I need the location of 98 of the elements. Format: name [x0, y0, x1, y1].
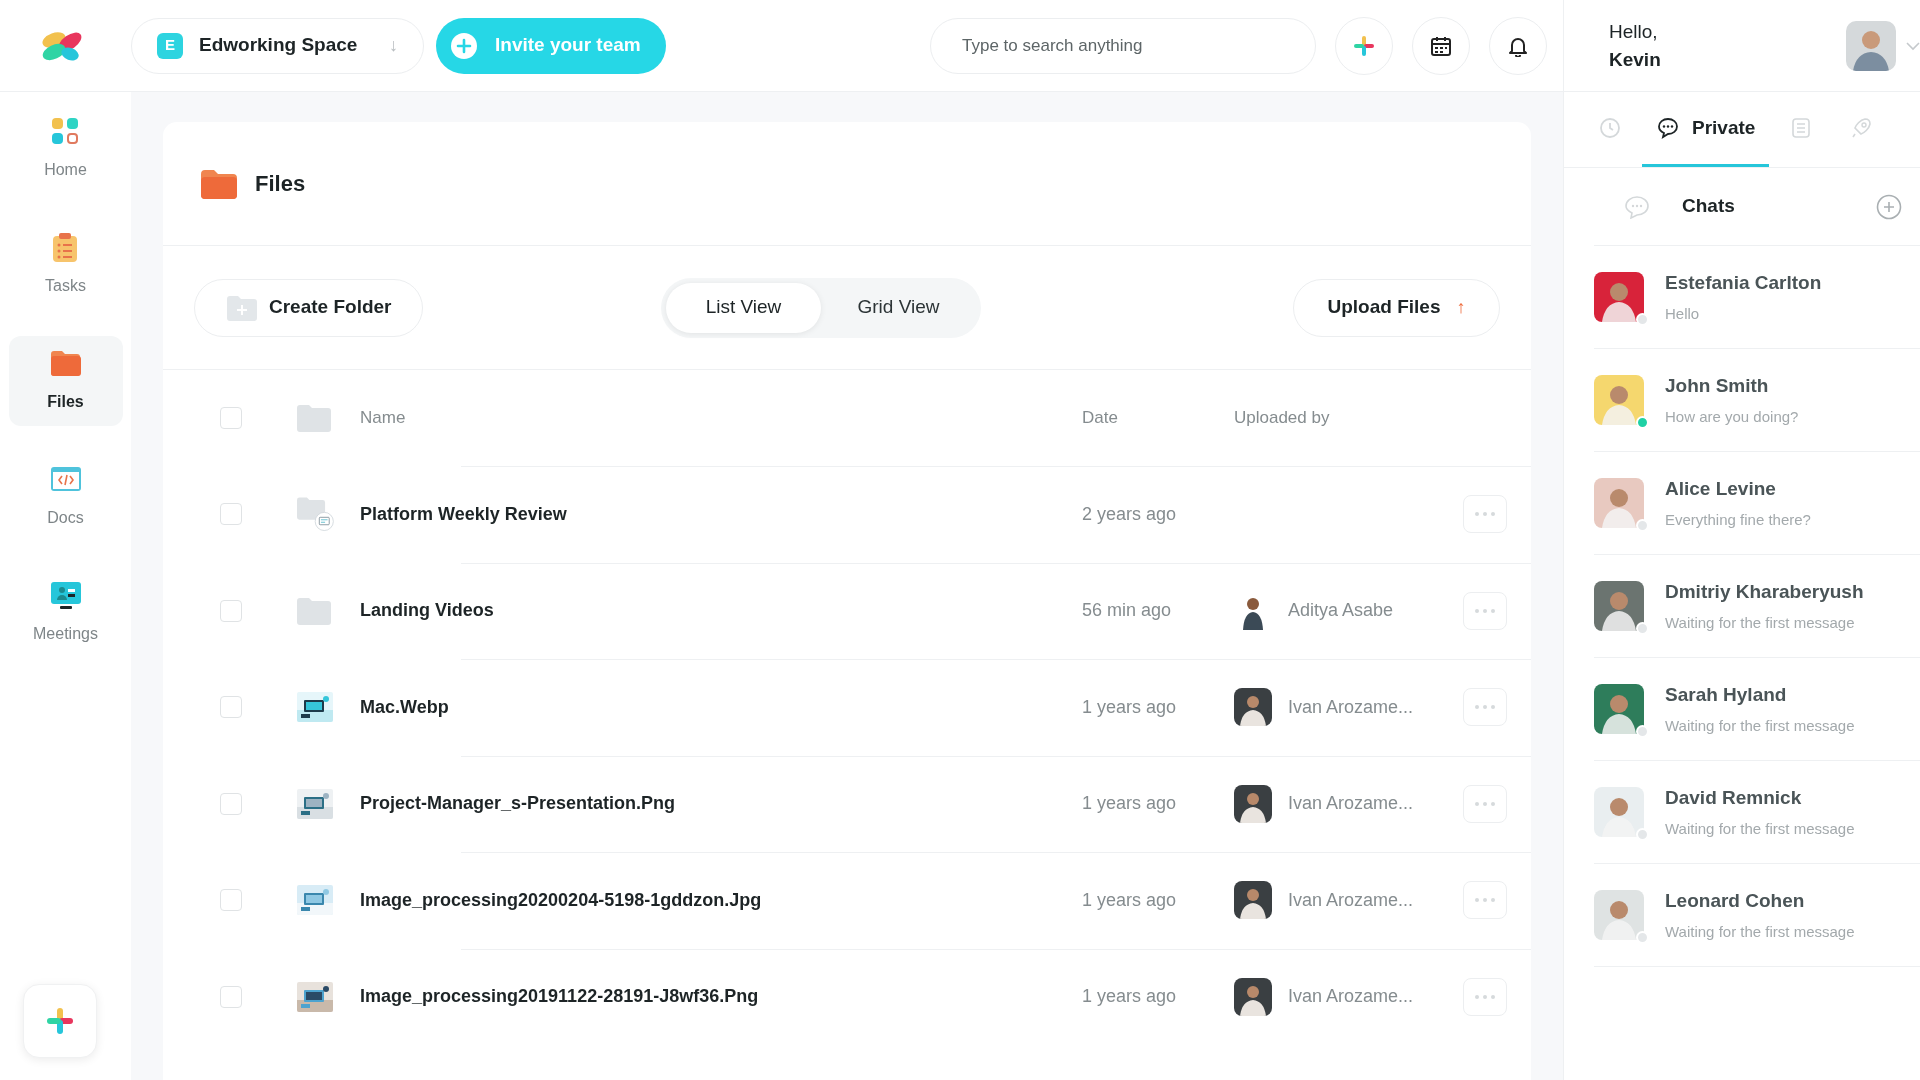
- dropdown-arrow-icon: ↓: [389, 32, 398, 59]
- file-name[interactable]: Project-Manager_s-Presentation.Png: [360, 793, 676, 814]
- more-icon: [1475, 994, 1495, 999]
- sidebar-item[interactable]: Tasks: [8, 220, 123, 310]
- chats-title: Chats: [1682, 194, 1735, 219]
- contact-name: Estefania Carlton: [1665, 270, 1822, 295]
- chat-item[interactable]: Leonard Cohen Waiting for the first message: [1594, 864, 1920, 967]
- last-message: Everything fine there?: [1665, 510, 1811, 530]
- column-header: Uploaded by: [1234, 408, 1330, 428]
- chat-item[interactable]: Dmitriy Kharaberyush Waiting for the first message: [1594, 555, 1920, 658]
- rocket-icon: [1849, 116, 1874, 140]
- more-icon: [1475, 512, 1495, 517]
- chat-item[interactable]: John Smith How are you doing?: [1594, 349, 1920, 452]
- greeting-text: Hello,: [1609, 19, 1659, 44]
- search-field[interactable]: Type to search anything: [930, 17, 1316, 74]
- new-chat-button[interactable]: [1876, 193, 1902, 220]
- sidebar-item[interactable]: Files: [8, 336, 123, 426]
- file-name[interactable]: Platform Weekly Review: [360, 503, 567, 524]
- contact-name: Sarah Hyland: [1665, 682, 1788, 707]
- chat-item[interactable]: Alice Levine Everything fine there?: [1594, 452, 1920, 555]
- more-button[interactable]: [1463, 495, 1507, 534]
- file-date: 1 years ago: [1082, 793, 1177, 814]
- uploader-name: Ivan Arozame...: [1288, 985, 1414, 1009]
- uploader-name: Aditya Asabe: [1288, 599, 1394, 623]
- page-title: Files: [255, 170, 306, 198]
- row-checkbox[interactable]: [220, 407, 242, 429]
- column-header: Name: [360, 408, 406, 428]
- uploader-name: Ivan Arozame...: [1288, 695, 1414, 719]
- file-name[interactable]: Mac.Webp: [360, 696, 449, 717]
- more-button[interactable]: [1463, 688, 1507, 727]
- row-checkbox[interactable]: [220, 889, 242, 912]
- row-checkbox[interactable]: [220, 503, 242, 526]
- chat-item[interactable]: Estefania Carlton Hello: [1594, 246, 1920, 349]
- more-button[interactable]: [1463, 881, 1507, 920]
- contact-name: John Smith: [1665, 373, 1770, 398]
- contact-name: Alice Levine: [1665, 476, 1777, 501]
- file-date: 56 min ago: [1082, 600, 1172, 621]
- folder-plus-icon: [227, 294, 257, 321]
- folder-icon: [297, 404, 331, 432]
- chat-item[interactable]: David Remnick Waiting for the first message: [1594, 761, 1920, 864]
- colorful-plus-icon: [45, 1006, 75, 1036]
- row-checkbox[interactable]: [220, 696, 242, 719]
- calendar-icon: [1430, 34, 1452, 57]
- person-avatar: [1234, 881, 1272, 920]
- more-icon: [1475, 705, 1495, 710]
- file-name[interactable]: Image_processing20200204-5198-1gddzon.Jpg: [360, 889, 762, 910]
- add-button[interactable]: [23, 984, 97, 1058]
- more-button[interactable]: [1463, 977, 1507, 1016]
- plus-icon: [1876, 193, 1902, 220]
- folder-icon: [297, 596, 331, 625]
- more-icon: [1475, 801, 1495, 806]
- meetings-icon: [49, 580, 82, 612]
- workspace-badge: E: [157, 32, 183, 59]
- last-message: Waiting for the first message: [1665, 716, 1855, 736]
- person-avatar: [1234, 977, 1272, 1016]
- chat-item[interactable]: Sarah Hyland Waiting for the first message: [1594, 658, 1920, 761]
- row-checkbox[interactable]: [220, 985, 242, 1008]
- last-message: Waiting for the first message: [1665, 613, 1856, 633]
- row-checkbox[interactable]: [220, 792, 242, 815]
- view-tab[interactable]: Grid View: [821, 282, 976, 333]
- file-date: 1 years ago: [1082, 986, 1177, 1007]
- colorful-plus-icon: [1353, 34, 1375, 57]
- more-button[interactable]: [1463, 591, 1507, 630]
- more-icon: [1475, 608, 1495, 613]
- user-name: Kevin: [1609, 47, 1661, 72]
- chevron-down-icon: [1906, 40, 1920, 51]
- last-message: Waiting for the first message: [1665, 922, 1855, 942]
- sidebar-item[interactable]: Meetings: [8, 568, 123, 658]
- last-message: How are you doing?: [1665, 407, 1799, 427]
- person-avatar: [1234, 784, 1272, 823]
- sidebar-item[interactable]: Docs: [8, 452, 123, 542]
- chat-bubble-icon: [1624, 194, 1650, 219]
- file-date: 1 years ago: [1082, 889, 1177, 910]
- workspace-name: Edworking Space: [199, 33, 358, 58]
- last-message: Waiting for the first message: [1665, 819, 1855, 839]
- uploader-name: Ivan Arozame...: [1288, 888, 1414, 912]
- more-icon: [1475, 898, 1495, 903]
- file-name[interactable]: Image_processing20191122-28191-J8wf36.Png: [360, 986, 759, 1007]
- person-avatar: [1234, 688, 1272, 727]
- plus-icon: [451, 32, 477, 59]
- private-tab[interactable]: Private: [1642, 92, 1770, 167]
- view-tab[interactable]: List View: [666, 282, 821, 333]
- column-header: Date: [1082, 408, 1118, 428]
- sidebar-item[interactable]: Home: [8, 104, 123, 194]
- contact-name: Leonard Cohen: [1665, 888, 1806, 913]
- contact-name: David Remnick: [1665, 785, 1803, 810]
- clock-icon: [1598, 116, 1622, 140]
- file-date: 2 years ago: [1082, 503, 1177, 524]
- last-message: Hello: [1665, 304, 1701, 324]
- uploader-name: Ivan Arozame...: [1288, 792, 1414, 816]
- row-checkbox[interactable]: [220, 599, 242, 622]
- user-avatar[interactable]: [1846, 20, 1896, 71]
- folder-icon: [201, 168, 237, 199]
- chat-bubble-icon: [1656, 116, 1680, 140]
- file-date: 1 years ago: [1082, 696, 1177, 717]
- contact-name: Dmitriy Kharaberyush: [1665, 579, 1864, 604]
- more-button[interactable]: [1463, 784, 1507, 823]
- file-name[interactable]: Landing Videos: [360, 600, 494, 621]
